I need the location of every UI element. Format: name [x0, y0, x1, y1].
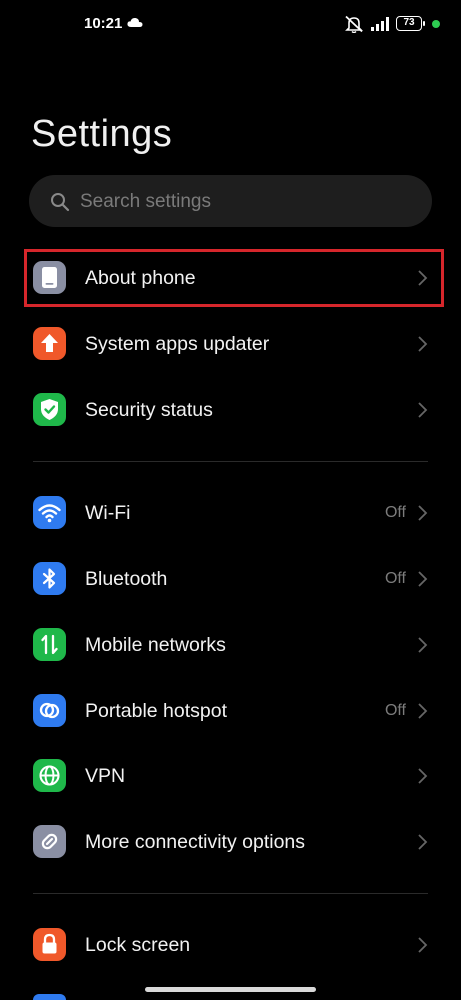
- settings-item-more-connectivity[interactable]: More connectivity options: [0, 812, 461, 872]
- search-placeholder[interactable]: Search settings: [80, 191, 211, 213]
- globe-icon: [33, 759, 66, 792]
- status-time: 10:21: [84, 15, 123, 32]
- chevron-right-icon: [418, 834, 428, 850]
- settings-item-label: Lock screen: [85, 934, 191, 956]
- settings-item-vpn[interactable]: VPN: [0, 746, 461, 806]
- section-divider: [33, 893, 428, 894]
- status-bar: 10:21 73: [0, 0, 461, 50]
- settings-item-wifi[interactable]: Wi-Fi Off: [0, 483, 461, 543]
- settings-item-label: Mobile networks: [85, 634, 226, 656]
- settings-item-lock-screen[interactable]: Lock screen: [0, 915, 461, 975]
- battery-level: 73: [403, 17, 415, 28]
- chevron-right-icon: [418, 637, 428, 653]
- section-divider: [33, 461, 428, 462]
- home-indicator[interactable]: [145, 987, 316, 992]
- link-icon: [33, 825, 66, 858]
- signal-icon: [371, 17, 389, 31]
- lock-icon: [33, 928, 66, 961]
- settings-item-label: Security status: [85, 399, 213, 421]
- settings-item-value: Off: [384, 504, 406, 521]
- cloud-icon: [127, 17, 143, 27]
- chevron-right-icon: [418, 937, 428, 953]
- wifi-icon: [33, 496, 66, 529]
- settings-item-system-apps-updater[interactable]: System apps updater: [0, 314, 461, 374]
- settings-item-label: Bluetooth: [85, 568, 168, 590]
- battery-icon: 73: [396, 16, 425, 31]
- settings-item-label: VPN: [85, 765, 126, 787]
- settings-item-label: Wi-Fi: [85, 502, 131, 524]
- chevron-right-icon: [418, 336, 428, 352]
- chevron-right-icon: [418, 402, 428, 418]
- settings-item-label: More connectivity options: [85, 831, 306, 853]
- bluetooth-icon: [33, 562, 66, 595]
- settings-item-value: Off: [384, 570, 406, 587]
- mobile-data-icon: [33, 628, 66, 661]
- next-item-icon-partial: [33, 994, 66, 1000]
- settings-item-mobile-networks[interactable]: Mobile networks: [0, 615, 461, 675]
- settings-item-security-status[interactable]: Security status: [0, 380, 461, 440]
- chevron-right-icon: [418, 703, 428, 719]
- search-icon: [51, 193, 70, 212]
- page-title: Settings: [31, 113, 173, 155]
- shield-check-icon: [33, 393, 66, 426]
- settings-item-bluetooth[interactable]: Bluetooth Off: [0, 549, 461, 609]
- settings-item-portable-hotspot[interactable]: Portable hotspot Off: [0, 681, 461, 741]
- settings-item-label: System apps updater: [85, 333, 270, 355]
- settings-item-value: Off: [384, 702, 406, 719]
- chevron-right-icon: [418, 571, 428, 587]
- chevron-right-icon: [418, 768, 428, 784]
- arrow-up-icon: [33, 327, 66, 360]
- chevron-right-icon: [418, 505, 428, 521]
- notification-dot: [432, 20, 440, 28]
- settings-item-label: Portable hotspot: [85, 700, 228, 722]
- hotspot-icon: [33, 694, 66, 727]
- mute-icon: [345, 15, 363, 33]
- highlight-box: [24, 249, 444, 307]
